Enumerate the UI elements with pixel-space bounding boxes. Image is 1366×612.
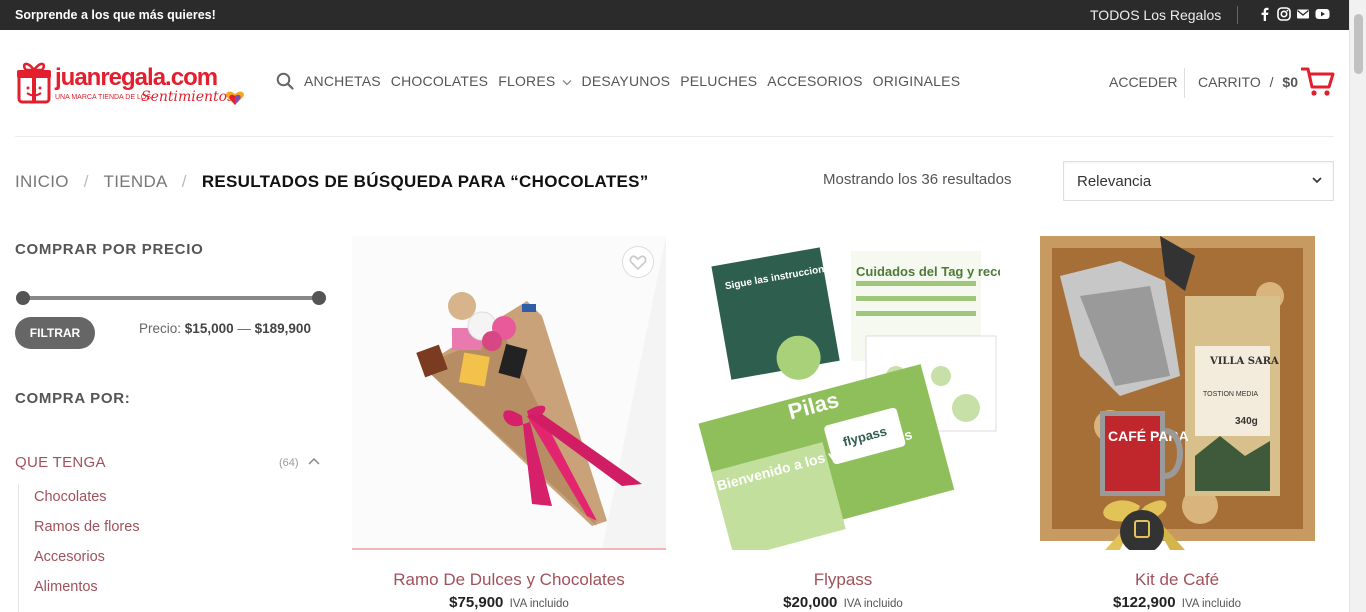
chevron-down-icon [1312, 177, 1322, 184]
category-item-alimentos[interactable]: Alimentos [34, 579, 98, 595]
nav-item-flores-label: FLORES [498, 73, 556, 89]
price-amount: $122,900 [1113, 594, 1176, 611]
product-name[interactable]: Ramo De Dulces y Chocolates [352, 570, 666, 590]
product-name[interactable]: Kit de Café [1020, 570, 1334, 590]
price-tax-label: IVA incluido [1181, 598, 1241, 610]
compra-por-title: COMPRA POR: [15, 390, 131, 407]
coffee-kit-image: VILLA SARA TOSTION MEDIA 340g CAFÉ PARA [1020, 236, 1334, 550]
email-icon[interactable] [1296, 7, 1309, 21]
chevron-up-icon[interactable] [307, 456, 321, 466]
nav-item-desayunos[interactable]: DESAYUNOS [582, 73, 671, 89]
category-count: (64) [279, 457, 299, 469]
cart-label: CARRITO [1198, 74, 1261, 90]
search-icon[interactable] [276, 72, 294, 90]
wishlist-button[interactable] [622, 246, 654, 278]
sort-selected-value: Relevancia [1077, 173, 1152, 190]
top-bar: Sorprende a los que más quieres! TODOS L… [0, 0, 1349, 30]
nav-item-flores[interactable]: FLORES [498, 73, 572, 89]
product-image[interactable]: VILLA SARA TOSTION MEDIA 340g CAFÉ PARA [1020, 236, 1334, 550]
flypass-card2-text: Cuidados del Tag y recomendaciones [856, 264, 1000, 279]
logo-text: juanregala.com [55, 64, 218, 91]
todos-los-regalos-link[interactable]: TODOS Los Regalos [1090, 7, 1221, 23]
cart-link[interactable]: CARRITO / $0 [1198, 74, 1298, 90]
cart-total: $0 [1282, 74, 1298, 90]
site-header: juanregala.com UNA MARCA TIENDA DE LOS S… [0, 30, 1349, 136]
category-item-chocolates[interactable]: Chocolates [34, 489, 107, 505]
facebook-icon[interactable] [1258, 7, 1271, 21]
youtube-icon[interactable] [1315, 7, 1330, 21]
nav-item-anchetas[interactable]: ANCHETAS [304, 73, 381, 89]
breadcrumb-inicio[interactable]: INICIO [15, 172, 69, 191]
product-price: $122,900 IVA incluido [1020, 594, 1334, 611]
breadcrumb-divider: / [181, 172, 187, 191]
coffee-roast-text: TOSTION MEDIA [1203, 391, 1258, 398]
cart-icon[interactable] [1301, 66, 1335, 98]
category-item-ramos[interactable]: Ramos de flores [34, 519, 140, 535]
category-group-que-tenga[interactable]: QUE TENGA [15, 454, 106, 471]
instagram-icon[interactable] [1277, 7, 1291, 21]
price-label: Precio: [139, 321, 182, 336]
filter-button[interactable]: FILTRAR [15, 317, 95, 349]
price-amount: $75,900 [449, 594, 504, 611]
nav-item-peluches[interactable]: PELUCHES [680, 73, 757, 89]
social-links [1258, 7, 1330, 21]
price-range-text: Precio: $15,000 — $189,900 [139, 321, 311, 336]
sort-select[interactable]: Relevancia [1063, 161, 1334, 201]
logo-tagline-script: Sentimientos [141, 89, 235, 105]
header-bottom-border [15, 136, 1334, 137]
breadcrumb: INICIO / TIENDA / RESULTADOS DE BÚSQUEDA… [15, 172, 649, 192]
cart-separator: / [1269, 74, 1274, 90]
product-card[interactable]: VILLA SARA TOSTION MEDIA 340g CAFÉ PARA … [1020, 236, 1334, 611]
product-image[interactable] [352, 236, 666, 550]
price-max: $189,900 [254, 321, 311, 336]
nav-item-originales[interactable]: ORIGINALES [873, 73, 961, 89]
login-link[interactable]: ACCEDER [1109, 74, 1177, 90]
scrollbar-thumb[interactable] [1354, 14, 1363, 74]
price-amount: $20,000 [783, 594, 838, 611]
header-divider [1184, 68, 1185, 98]
results-count: Mostrando los 36 resultados [823, 171, 1012, 188]
price-range-slider[interactable] [16, 291, 326, 305]
topbar-divider [1237, 6, 1238, 24]
breadcrumb-tienda[interactable]: TIENDA [104, 172, 167, 191]
price-dash: — [237, 321, 251, 336]
category-item-accesorios[interactable]: Accesorios [34, 549, 105, 565]
price-min: $15,000 [184, 321, 234, 336]
coffee-brand-text: VILLA SARA [1209, 356, 1279, 367]
product-hover-underline [352, 548, 666, 550]
logo-tagline: UNA MARCA TIENDA DE LOS [55, 94, 151, 101]
main-nav: ANCHETAS CHOCOLATES FLORES DESAYUNOS PEL… [276, 72, 970, 90]
breadcrumb-current: RESULTADOS DE BÚSQUEDA PARA “CHOCOLATES” [201, 172, 649, 191]
price-tax-label: IVA incluido [843, 598, 903, 610]
heart-icon [629, 255, 647, 271]
price-filter-title: COMPRAR POR PRECIO [15, 241, 204, 258]
chevron-down-icon [562, 80, 572, 86]
nav-item-accesorios[interactable]: ACCESORIOS [767, 73, 862, 89]
price-min-handle[interactable] [16, 291, 30, 305]
gift-logo-icon [17, 62, 51, 104]
bouquet-image [352, 236, 666, 550]
coffee-weight-text: 340g [1235, 416, 1258, 427]
promo-text: Sorprende a los que más quieres! [15, 8, 216, 22]
price-tax-label: IVA incluido [509, 598, 569, 610]
product-image[interactable]: Sigue las instrucciones y ubica bien tu … [686, 236, 1000, 550]
product-price: $20,000 IVA incluido [686, 594, 1000, 611]
category-tree-line [18, 484, 19, 612]
breadcrumb-divider: / [83, 172, 89, 191]
product-card[interactable]: Sigue las instrucciones y ubica bien tu … [686, 236, 1000, 611]
product-card[interactable]: Ramo De Dulces y Chocolates $75,900 IVA … [352, 236, 666, 611]
flypass-image: Sigue las instrucciones y ubica bien tu … [686, 236, 1000, 550]
product-price: $75,900 IVA incluido [352, 594, 666, 611]
price-max-handle[interactable] [312, 291, 326, 305]
nav-item-chocolates[interactable]: CHOCOLATES [391, 73, 488, 89]
heart-logo-icon [226, 91, 244, 105]
brand-logo[interactable]: juanregala.com UNA MARCA TIENDA DE LOS S… [17, 58, 249, 110]
product-name[interactable]: Flypass [686, 570, 1000, 590]
page-scrollbar[interactable] [1349, 0, 1366, 612]
